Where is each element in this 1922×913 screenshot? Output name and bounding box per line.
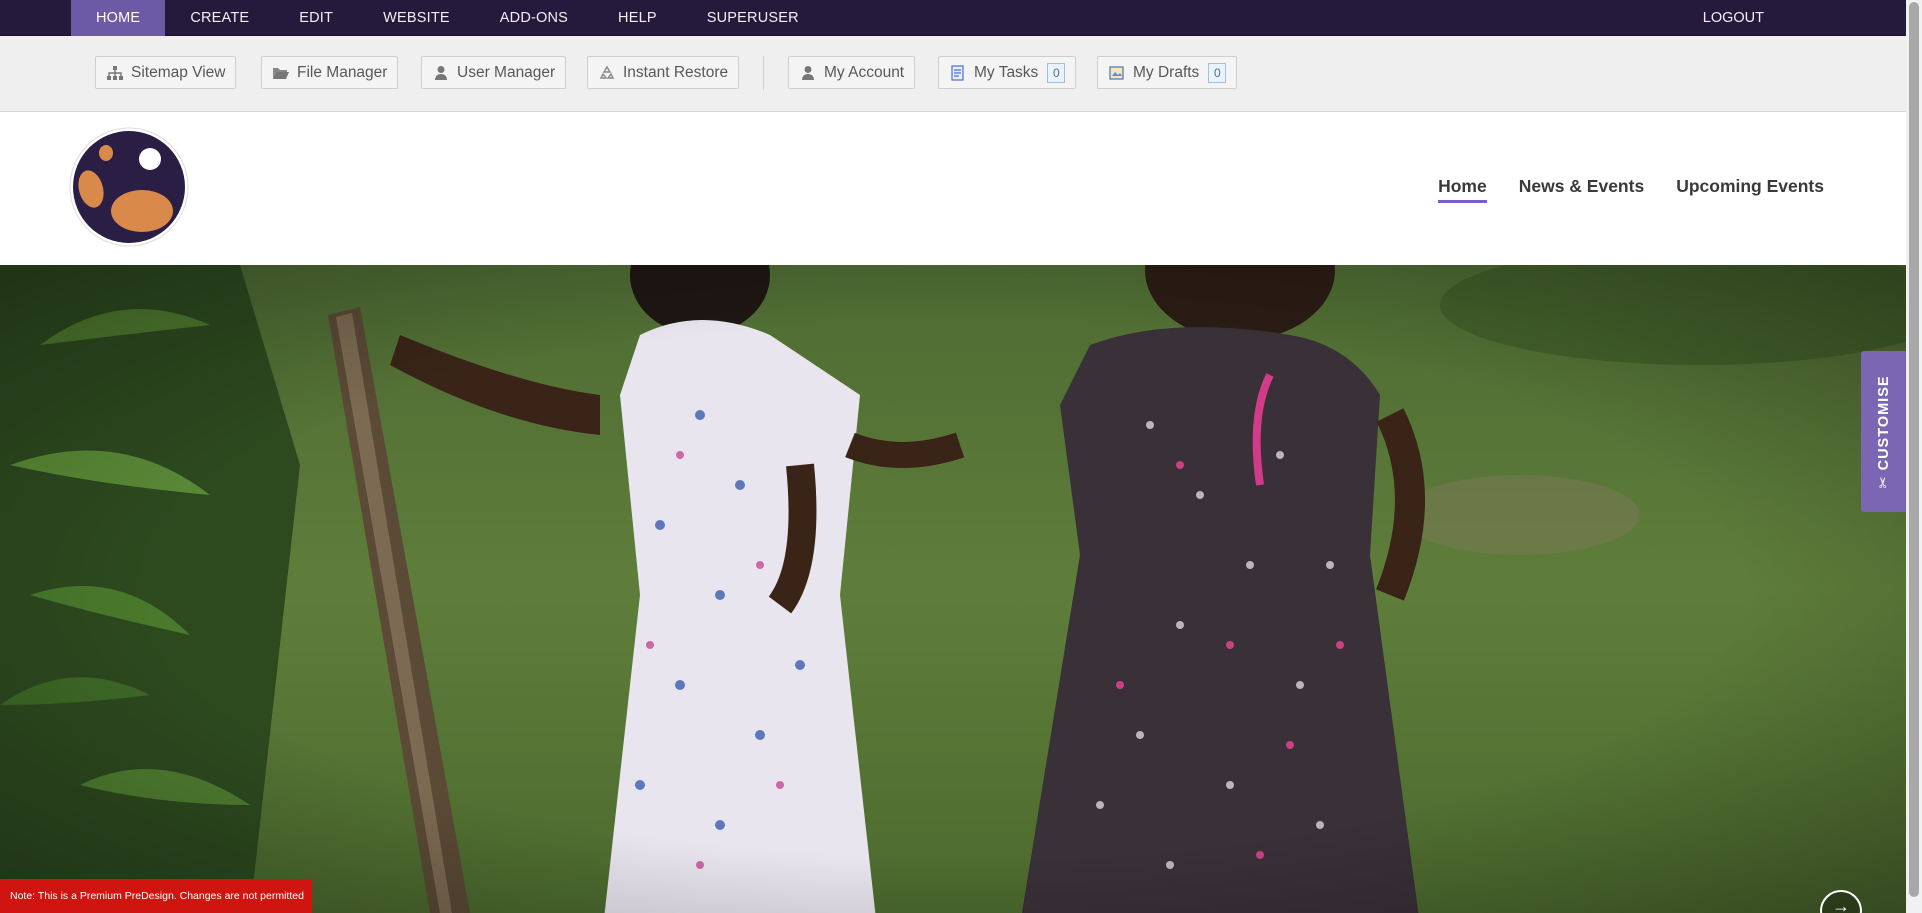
toolbar: Sitemap View File Manager User Manager I… xyxy=(0,36,1922,112)
predesign-notice: Note: This is a Premium PreDesign. Chang… xyxy=(0,879,312,913)
planet-logo-icon xyxy=(69,127,189,247)
customise-tab[interactable]: ✂ CUSTOMISE xyxy=(1861,351,1906,512)
sitemap-icon xyxy=(106,65,124,81)
customise-label: ✂ CUSTOMISE xyxy=(1876,375,1892,488)
user-icon xyxy=(432,65,450,81)
logout-link[interactable]: LOGOUT xyxy=(1703,0,1764,36)
recycle-icon xyxy=(598,65,616,81)
my-account-button[interactable]: My Account xyxy=(788,56,916,89)
instant-restore-button[interactable]: Instant Restore xyxy=(587,56,740,89)
user-manager-button[interactable]: User Manager xyxy=(421,56,567,89)
admin-menu-create[interactable]: CREATE xyxy=(165,0,274,36)
my-tasks-button[interactable]: My Tasks 0 xyxy=(938,56,1077,89)
file-manager-label: File Manager xyxy=(297,63,388,81)
my-tasks-label: My Tasks xyxy=(974,63,1039,81)
user-manager-label: User Manager xyxy=(457,63,556,81)
my-drafts-button[interactable]: My Drafts 0 xyxy=(1097,56,1238,89)
file-manager-button[interactable]: File Manager xyxy=(261,56,399,89)
scissors-icon: ✂ xyxy=(1875,474,1892,489)
my-drafts-count-badge: 0 xyxy=(1208,62,1227,83)
admin-menu-add-ons[interactable]: ADD-ONS xyxy=(475,0,593,36)
main-nav: Home News & Events Upcoming Events xyxy=(1438,176,1824,203)
tasks-icon xyxy=(949,64,967,81)
my-drafts-label: My Drafts xyxy=(1133,63,1200,81)
admin-menu-website[interactable]: WEBSITE xyxy=(358,0,475,36)
customise-text: CUSTOMISE xyxy=(1875,374,1892,470)
vertical-scrollbar[interactable] xyxy=(1906,0,1922,913)
hero-photo xyxy=(0,265,1906,913)
site-logo[interactable] xyxy=(69,127,189,247)
nav-upcoming-events[interactable]: Upcoming Events xyxy=(1676,176,1824,203)
arrow-down-icon: → xyxy=(1832,896,1850,913)
nav-home[interactable]: Home xyxy=(1438,176,1487,203)
nav-news-events[interactable]: News & Events xyxy=(1519,176,1644,203)
admin-bar: HOME CREATE EDIT WEBSITE ADD-ONS HELP SU… xyxy=(0,0,1922,36)
sitemap-view-label: Sitemap View xyxy=(131,63,226,81)
scrollbar-thumb[interactable] xyxy=(1909,2,1919,897)
drafts-icon xyxy=(1108,65,1126,81)
admin-menu-home[interactable]: HOME xyxy=(71,0,166,36)
sitemap-view-button[interactable]: Sitemap View xyxy=(95,56,237,89)
admin-menu-superuser[interactable]: SUPERUSER xyxy=(682,0,824,36)
admin-menu-help[interactable]: HELP xyxy=(593,0,682,36)
account-icon xyxy=(799,65,817,81)
hero-image xyxy=(0,265,1906,913)
my-account-label: My Account xyxy=(824,63,905,81)
admin-menu-edit[interactable]: EDIT xyxy=(274,0,358,36)
site-header: Home News & Events Upcoming Events xyxy=(0,113,1906,265)
instant-restore-label: Instant Restore xyxy=(623,63,729,81)
folder-open-icon xyxy=(272,65,290,81)
toolbar-divider xyxy=(763,56,764,90)
admin-menu: HOME CREATE EDIT WEBSITE ADD-ONS HELP SU… xyxy=(71,0,824,36)
my-tasks-count-badge: 0 xyxy=(1047,62,1066,83)
